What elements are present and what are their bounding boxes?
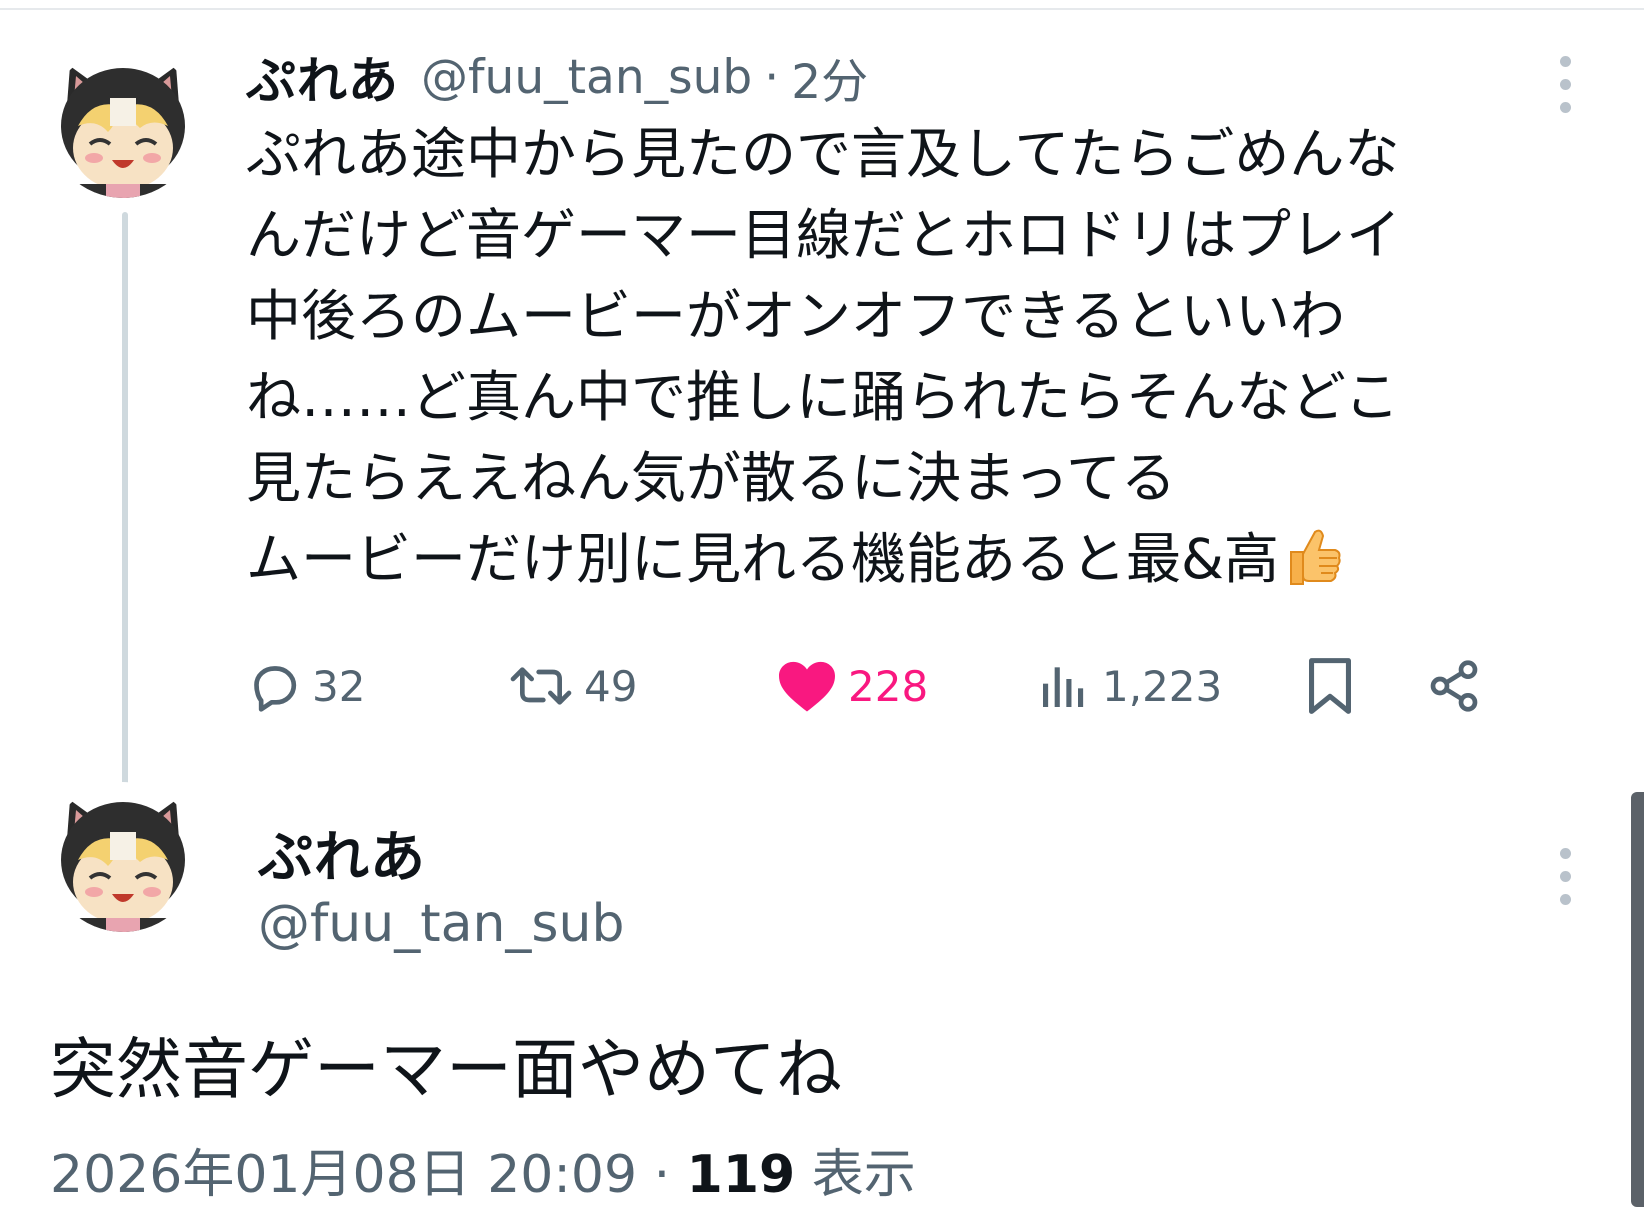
tweet-timestamp[interactable]: 2026年01月08日 20:09	[50, 1145, 637, 1205]
reply-tweet-text: ぷれあ途中から見たので言及してたらごめんな んだけど音ゲーマー目線だとホロドリは…	[246, 114, 1596, 610]
views-label: 表示	[811, 1145, 916, 1205]
tweet-action-bar: 32 49 228 1,223	[246, 652, 1566, 720]
thumbs-up-icon	[1283, 526, 1343, 610]
thread-connector-line	[122, 212, 128, 802]
top-divider	[0, 8, 1644, 10]
like-count: 228	[848, 661, 929, 711]
avatar[interactable]	[48, 48, 198, 198]
share-button[interactable]	[1426, 652, 1482, 720]
bookmark-icon	[1309, 658, 1351, 714]
reply-tweet-header: ぷれあ @fuu_tan_sub · 2分	[246, 41, 868, 113]
reply-count: 32	[312, 661, 366, 711]
like-button[interactable]: 228	[776, 652, 928, 720]
cat-hood-girl-avatar-icon	[48, 48, 198, 198]
views-button[interactable]: 1,223	[1036, 652, 1222, 720]
reply-icon	[254, 666, 297, 712]
display-name[interactable]: ぷれあ	[246, 41, 399, 113]
retweet-count: 49	[584, 661, 638, 711]
views-count: 1,223	[1102, 661, 1223, 711]
bookmark-button[interactable]	[1302, 652, 1358, 720]
separator-dot: ·	[764, 49, 780, 105]
separator-dot: ·	[653, 1145, 671, 1205]
user-handle[interactable]: @fuu_tan_sub	[258, 894, 625, 954]
time-ago[interactable]: 2分	[791, 43, 868, 112]
tweet-text-line: んだけど音ゲーマー目線だとホロドリはプレイ	[246, 203, 1402, 267]
tweet-meta: 2026年01月08日 20:09 · 119 表示	[50, 1132, 916, 1207]
views-bar-chart-icon	[1043, 667, 1084, 707]
cat-hood-girl-avatar-icon	[48, 782, 198, 932]
retweet-icon	[510, 667, 572, 705]
tweet-text-line: 中後ろのムービーがオンオフできるといいわ	[246, 284, 1345, 348]
share-icon	[1430, 660, 1478, 712]
more-options-icon[interactable]	[1553, 56, 1577, 113]
scrollbar-thumb[interactable]	[1631, 792, 1644, 1207]
reply-button[interactable]: 32	[246, 652, 365, 720]
heart-filled-icon	[779, 661, 835, 712]
more-options-icon[interactable]	[1553, 848, 1577, 905]
retweet-button[interactable]: 49	[508, 652, 637, 720]
avatar[interactable]	[48, 782, 198, 932]
main-tweet-text: 突然音ゲーマー面やめてね	[50, 1031, 842, 1108]
tweet-text-line-last: ムービーだけ別に見れる機能あると最&高	[246, 519, 1596, 610]
tweet-text-line: ね……ど真ん中で推しに踊られたらそんなどこ	[246, 365, 1400, 429]
user-handle[interactable]: @fuu_tan_sub	[421, 50, 752, 105]
tweet-text-line: ムービーだけ別に見れる機能あると最&高	[246, 527, 1279, 591]
tweet-text-line: ぷれあ途中から見たので言及してたらごめんな	[246, 122, 1400, 186]
views-count: 119	[686, 1145, 796, 1205]
display-name[interactable]: ぷれあ	[258, 812, 426, 892]
tweet-text-line: 見たらええねん気が散るに決まってる	[246, 446, 1177, 510]
